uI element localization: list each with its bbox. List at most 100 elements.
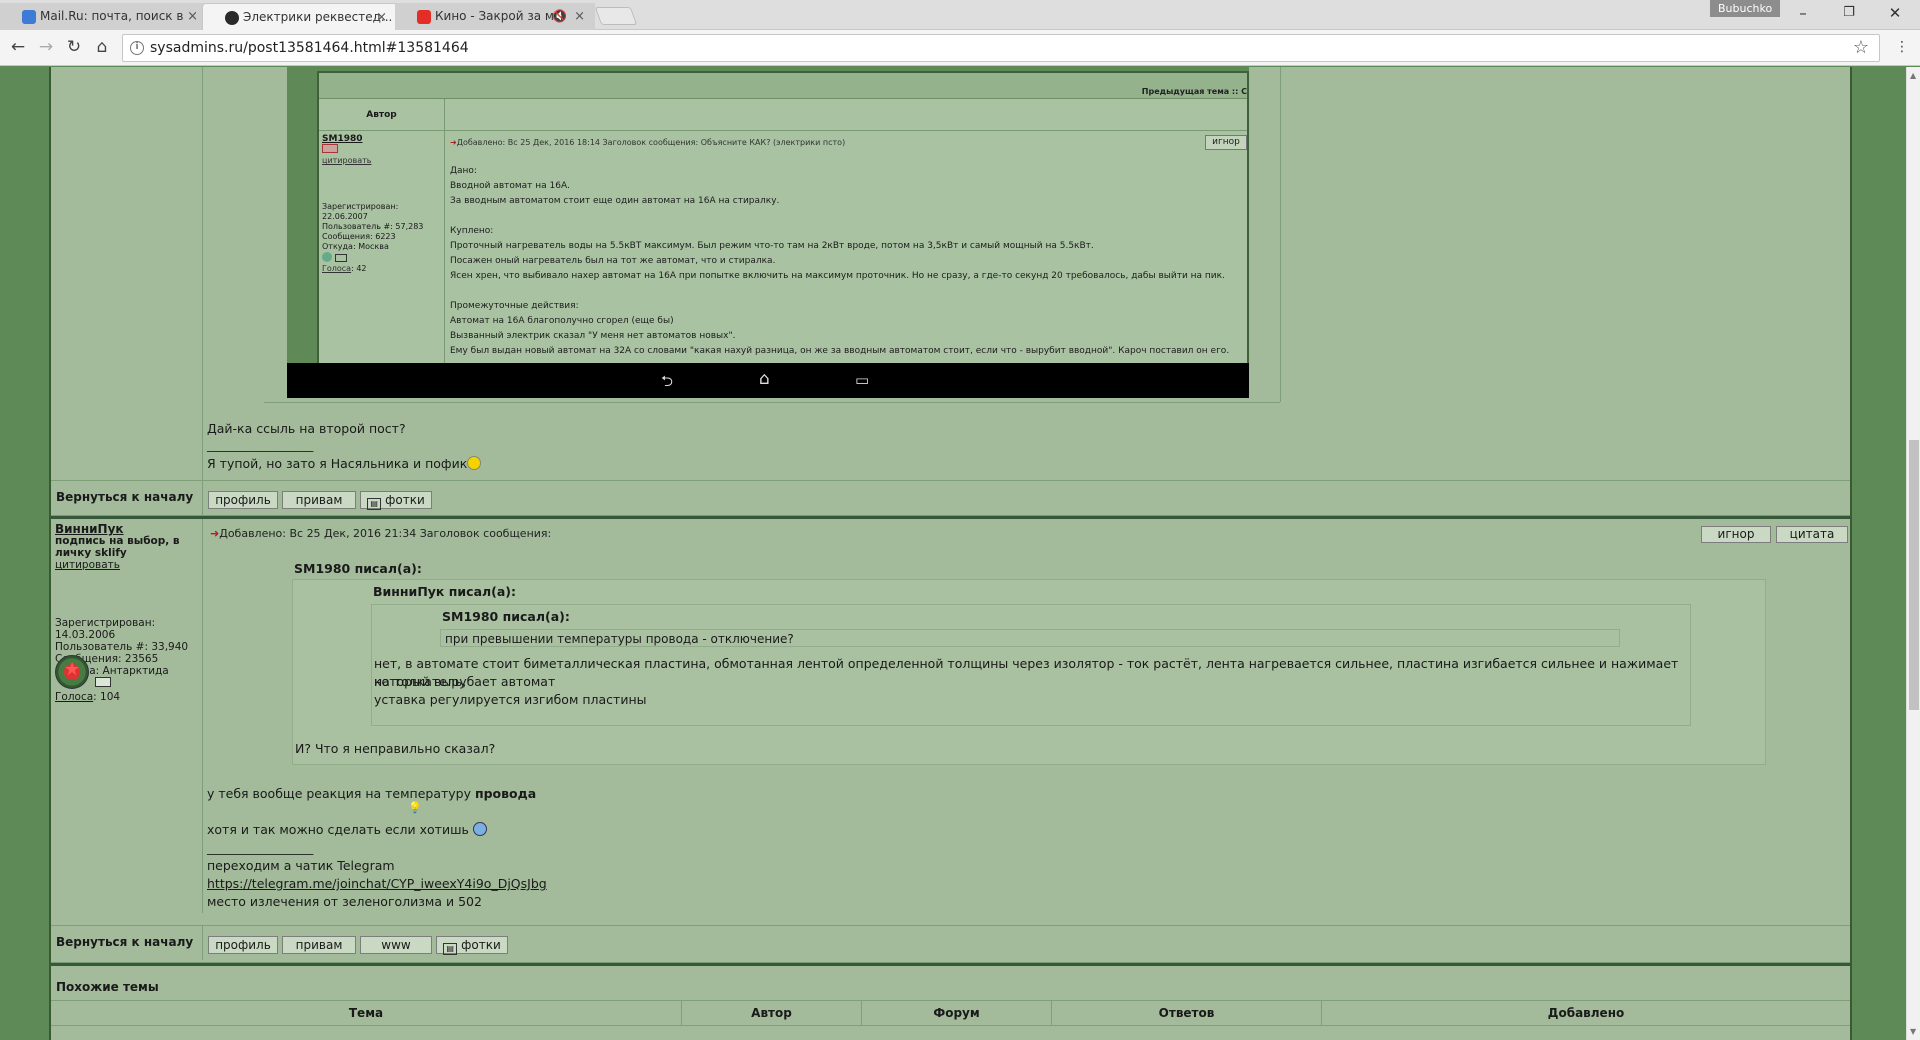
post2-registered-label: Зарегистрирован: [55, 617, 156, 629]
tab-title: Кино - Закрой за мн [435, 9, 562, 23]
url-input[interactable]: i sysadmins.ru/post13581464.html#1358146… [122, 34, 1880, 62]
lightbulb-icon: 💡 [408, 801, 422, 814]
profile-badge[interactable]: Bubuchko [1710, 0, 1781, 17]
screenshot-line: Куплено: [450, 226, 494, 236]
forum-container: Предыдущая тема :: С Автор SM1980 цитиро… [49, 67, 1852, 1040]
quote1-title: SM1980 писал(а): [294, 561, 422, 576]
page-scrollbar[interactable]: ▲ ▼ [1906, 67, 1920, 1040]
col-added: Добавлено [1321, 1001, 1850, 1025]
back-button[interactable]: ← [6, 36, 30, 60]
www-button[interactable]: www [360, 936, 432, 954]
tab-title: Электрики реквестед... [243, 10, 393, 24]
photos-button[interactable]: ▤ фотки [436, 936, 508, 955]
post2-sig1: переходим а чатик Telegram [207, 858, 395, 873]
quote3-title: SM1980 писал(а): [442, 609, 570, 624]
forward-button[interactable]: → [34, 36, 58, 60]
post2-reply2: хотя и так можно сделать если хотишь [207, 821, 487, 839]
col-forum: Форум [861, 1001, 1051, 1025]
profile-card-icon[interactable] [95, 677, 111, 687]
quote3-text: при превышении температуры провода - отк… [445, 632, 794, 646]
tab-sysadmins[interactable]: Электрики реквестед... × [202, 3, 398, 30]
profile-button[interactable]: профиль [208, 936, 278, 954]
scroll-up-icon[interactable]: ▲ [1910, 71, 1916, 80]
screenshot-header: Автор [319, 99, 1247, 131]
youtube-favicon-icon [417, 10, 431, 24]
post1-body: Предыдущая тема :: С Автор SM1980 цитиро… [204, 67, 1850, 480]
smile-icon [467, 456, 482, 470]
screenshot-post-body: ➜Добавлено: Вс 25 Дек, 2016 18:14 Заголо… [447, 131, 1247, 365]
screenshot-prev-topic: Предыдущая тема :: С [1141, 87, 1247, 96]
post2-votes: Голоса: 104 [55, 691, 120, 703]
post1-user-column [51, 67, 203, 480]
screenshot-line: Автомат на 16А благополучно сгорел (еще … [450, 316, 674, 326]
tab-close-icon[interactable]: × [187, 3, 198, 30]
post1-sig-line: _________________ [207, 437, 314, 452]
maximize-button[interactable]: ❐ [1826, 0, 1872, 28]
profile-button[interactable]: профиль [208, 491, 278, 509]
related-header-row: Тема Автор Форум Ответов Добавлено [51, 1000, 1850, 1026]
android-recent-icon: ▭ [855, 371, 870, 389]
screenshot-line: Промежуточные действия: [450, 301, 579, 311]
new-tab-button[interactable] [594, 7, 638, 25]
post2-votes-label[interactable]: Голоса [55, 691, 93, 703]
screenshot-line: Посажен оный нагреватель был на тот же а… [450, 256, 776, 266]
mailru-favicon-icon [22, 10, 36, 24]
post2-quote-link[interactable]: цитировать [55, 559, 199, 571]
col-author: Автор [681, 1001, 861, 1025]
divider [51, 925, 1850, 926]
tab-close-icon[interactable]: × [376, 4, 387, 30]
close-window-button[interactable]: ✕ [1872, 0, 1918, 28]
avatar [55, 655, 89, 689]
post2-user-column: ВинниПук подпись на выбор, в личку sklif… [51, 519, 203, 913]
photos-button[interactable]: ▤ фотки [360, 491, 432, 510]
address-bar: ← → ↻ ⌂ i sysadmins.ru/post13581464.html… [0, 30, 1920, 66]
tab-mailru[interactable]: Mail.Ru: почта, поиск в × [0, 3, 208, 30]
grin-icon [472, 822, 487, 836]
screenshot-line: Проточный нагреватель воды на 5.5кВТ мак… [450, 241, 1094, 251]
reload-button[interactable]: ↻ [62, 36, 86, 60]
minimize-button[interactable]: – [1780, 0, 1826, 28]
post2-meta: ➜Добавлено: Вс 25 Дек, 2016 21:34 Заголо… [210, 527, 551, 540]
tab-youtube[interactable]: Кино - Закрой за мн 🔇 × [395, 3, 595, 30]
quote-button[interactable]: цитата [1776, 526, 1848, 543]
ignore-button[interactable]: игнор [1701, 526, 1771, 543]
divider [51, 480, 1850, 481]
screenshot-from: Откуда: Москва [322, 242, 389, 251]
post1-signature: Я тупой, но зато я Насяльника и пофик [207, 455, 482, 473]
screenshot-line: За вводным автоматом стоит еще один авто… [450, 196, 780, 206]
post2-user-no: Пользователь #: 33,940 [55, 641, 189, 653]
post2-footer-left: Вернуться к началу [51, 926, 203, 960]
screenshot-votes: : 42 [351, 264, 367, 273]
page-viewport: Предыдущая тема :: С Автор SM1980 цитиро… [0, 67, 1906, 1040]
tab-title: Mail.Ru: почта, поиск в [40, 9, 184, 23]
quote1-text: И? Что я неправильно сказал? [295, 741, 496, 756]
tab-close-icon[interactable]: × [574, 3, 585, 30]
screenshot-line: Вводной автомат на 16А. [450, 181, 571, 191]
post1-quote-bottom [264, 402, 1280, 403]
bookmark-star-icon[interactable]: ☆ [1853, 37, 1869, 58]
tab-bar: Mail.Ru: почта, поиск в × Электрики рекв… [0, 0, 1920, 30]
profile-card-icon [334, 254, 347, 262]
speaker-muted-icon[interactable]: 🔇 [552, 3, 567, 30]
telegram-link[interactable]: https://telegram.me/joinchat/CYP_iweexY4… [207, 875, 547, 893]
post2-sig-line: _________________ [207, 840, 314, 855]
scrollbar-thumb[interactable] [1909, 440, 1919, 710]
back-to-top-link[interactable]: Вернуться к началу [56, 935, 193, 949]
screenshot-line: Ясен хрен, что выбивало нахер автомат на… [450, 271, 1225, 281]
pm-button[interactable]: привам [282, 491, 356, 509]
post2-reply2-text: хотя и так можно сделать если хотишь [207, 822, 469, 837]
back-to-top-link[interactable]: Вернуться к началу [56, 490, 193, 504]
scroll-down-icon[interactable]: ▼ [1910, 1027, 1916, 1036]
post2-username[interactable]: ВинниПук [55, 523, 199, 535]
quote2-box: SM1980 писал(а): при превышении температ… [371, 604, 1691, 726]
screenshot-forum: Предыдущая тема :: С Автор SM1980 цитиро… [317, 71, 1249, 367]
post1-inner-border [1280, 67, 1281, 402]
android-back-icon: ⮌ [661, 372, 674, 390]
photos-label: фотки [385, 493, 425, 507]
screenshot-registered: Зарегистрирован: 22.06.2007 [322, 202, 399, 221]
home-button[interactable]: ⌂ [90, 36, 114, 60]
screenshot-quote-link: цитировать [322, 156, 372, 165]
site-info-icon[interactable]: i [130, 41, 144, 55]
pm-button[interactable]: привам [282, 936, 356, 954]
menu-icon[interactable]: ⋮ [1890, 36, 1914, 60]
